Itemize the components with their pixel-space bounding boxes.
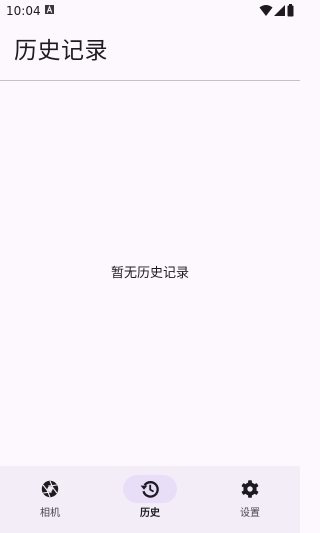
settings-gear-icon (241, 480, 259, 498)
nav-label-camera: 相机 (40, 508, 60, 519)
camera-aperture-icon (41, 480, 59, 498)
top-app-bar: 历史记录 (0, 22, 300, 80)
bottom-navigation-bar: 相机 历史 设置 (0, 466, 300, 533)
battery-icon (287, 4, 294, 17)
page-title: 历史记录 (14, 38, 108, 64)
header-divider (0, 80, 300, 81)
nav-item-camera[interactable]: 相机 (0, 466, 100, 533)
status-icons (259, 4, 294, 17)
status-bar: 10:04 (0, 0, 300, 22)
nav-item-settings[interactable]: 设置 (200, 466, 300, 533)
history-icon (140, 481, 159, 498)
signal-icon (274, 5, 285, 16)
nav-label-history: 历史 (140, 508, 160, 519)
empty-state-message: 暂无历史记录 (110, 266, 189, 281)
notification-a-icon (45, 5, 54, 14)
nav-item-history[interactable]: 历史 (100, 466, 200, 533)
status-time: 10:04 (6, 4, 41, 18)
nav-label-settings: 设置 (240, 508, 260, 519)
wifi-icon (259, 5, 273, 16)
